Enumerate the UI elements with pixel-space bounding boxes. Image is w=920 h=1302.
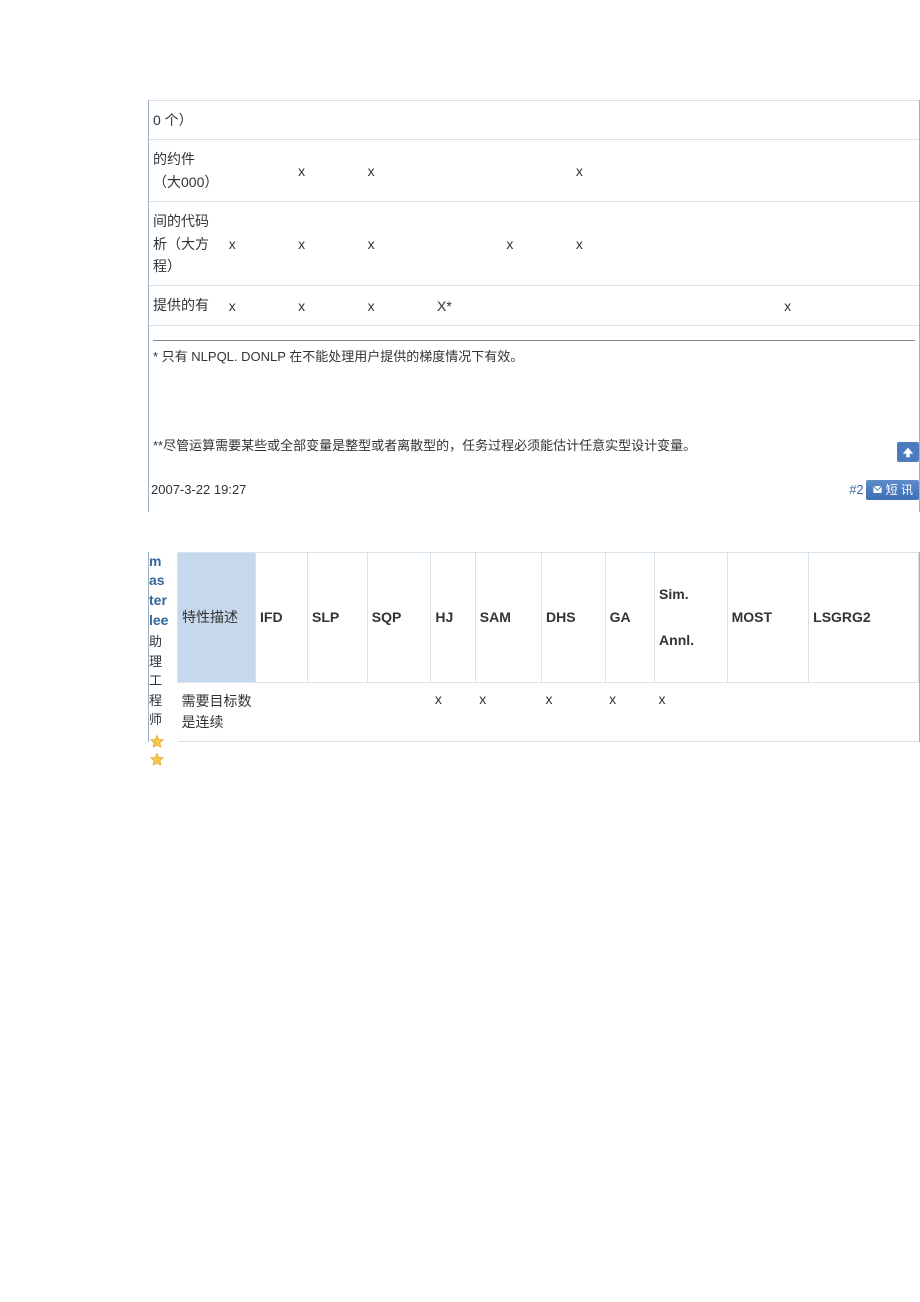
column-header: Sim.Annl.	[655, 552, 728, 682]
table-cell: x	[605, 682, 654, 741]
table-cell: x	[475, 682, 541, 741]
row-label: 间的代码析（大方程）	[149, 202, 225, 286]
table-cell	[364, 101, 433, 140]
table-cell	[850, 101, 919, 140]
table-cell	[641, 202, 710, 286]
footnote-2: **尽管运算需要某些或全部变量是整型或者离散型的，任务过程必须能估计任意实型设计…	[153, 436, 915, 456]
table-cell: x	[780, 286, 849, 325]
table-cell: x	[572, 140, 641, 202]
table-cell	[367, 682, 431, 741]
table-cell: x	[364, 202, 433, 286]
post-timestamp: 2007-3-22 19:27	[151, 482, 246, 497]
post-number[interactable]: #2	[849, 482, 863, 497]
row-label: 需要目标数是连续	[178, 682, 256, 741]
short-message-button[interactable]: 短 讯	[866, 480, 919, 500]
table-cell: x	[294, 202, 363, 286]
table-cell	[780, 202, 849, 286]
star-icon	[149, 752, 165, 768]
table-cell	[256, 682, 308, 741]
column-header: SQP	[367, 552, 431, 682]
row-label: 0 个）	[149, 101, 225, 140]
column-header: DHS	[541, 552, 605, 682]
column-header: IFD	[256, 552, 308, 682]
column-header: HJ	[431, 552, 475, 682]
table-cell	[308, 682, 368, 741]
table-cell: x	[225, 202, 294, 286]
table-cell	[780, 101, 849, 140]
table-cell	[225, 140, 294, 202]
row-label: 的约件（大000）	[149, 140, 225, 202]
table-cell: x	[294, 286, 363, 325]
table-cell: x	[502, 202, 571, 286]
table-cell	[433, 101, 502, 140]
table-cell: x	[655, 682, 728, 741]
table-cell	[502, 101, 571, 140]
table-cell: x	[364, 286, 433, 325]
table-cell	[502, 140, 571, 202]
table-cell	[711, 140, 780, 202]
table-cell: X*	[433, 286, 502, 325]
table-cell	[225, 101, 294, 140]
column-header: MOST	[727, 552, 809, 682]
column-header: SLP	[308, 552, 368, 682]
table-cell	[433, 140, 502, 202]
table-cell: x	[541, 682, 605, 741]
table-cell	[711, 286, 780, 325]
table-cell	[850, 202, 919, 286]
column-header: SAM	[475, 552, 541, 682]
table-cell	[850, 286, 919, 325]
row-label: 提供的有	[149, 286, 225, 325]
table-cell: x	[225, 286, 294, 325]
table-cell	[641, 286, 710, 325]
table-cell	[641, 101, 710, 140]
table-cell	[572, 286, 641, 325]
footnote-1: * 只有 NLPQL. DONLP 在不能处理用户提供的梯度情况下有效。	[153, 347, 915, 367]
table-cell	[850, 140, 919, 202]
table-cell: x	[294, 140, 363, 202]
column-header: LSGRG2	[809, 552, 919, 682]
table-cell	[294, 101, 363, 140]
column-header: GA	[605, 552, 654, 682]
table-cell	[780, 140, 849, 202]
user-info-sidebar: masterlee 助理工程师	[145, 552, 169, 768]
table-cell	[641, 140, 710, 202]
table-cell	[809, 682, 919, 741]
scroll-top-button[interactable]	[897, 442, 919, 462]
table-cell	[502, 286, 571, 325]
table-cell	[711, 202, 780, 286]
table-cell	[433, 202, 502, 286]
table-cell: x	[364, 140, 433, 202]
table-cell: x	[431, 682, 475, 741]
table-cell	[572, 101, 641, 140]
table-cell: x	[572, 202, 641, 286]
star-icon	[149, 734, 165, 750]
user-title: 助理工程师	[149, 632, 169, 730]
table-cell	[727, 682, 809, 741]
username-link[interactable]: masterlee	[149, 553, 168, 628]
desc-column-header: 特性描述	[178, 552, 256, 682]
table-cell	[711, 101, 780, 140]
